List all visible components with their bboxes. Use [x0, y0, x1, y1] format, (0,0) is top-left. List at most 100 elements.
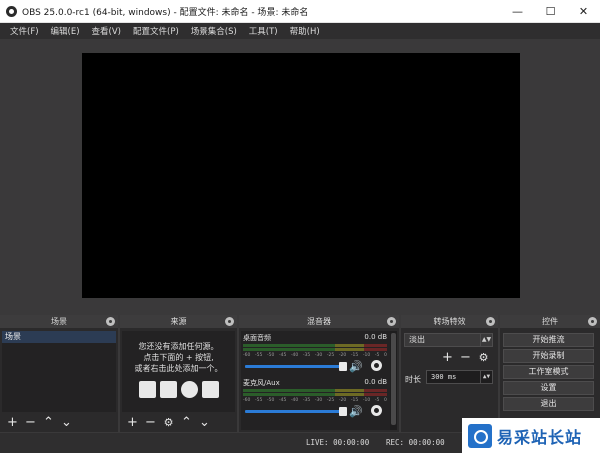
- speaker-icon[interactable]: 🔊: [349, 405, 363, 418]
- close-button[interactable]: ✕: [567, 0, 600, 23]
- track-settings-icon[interactable]: [371, 360, 382, 371]
- track-db: 0.0 dB: [364, 378, 387, 386]
- scale-tick: -55: [254, 353, 263, 358]
- duration-input[interactable]: 300 ms ▲▼: [426, 370, 493, 384]
- scale-tick: -60: [243, 353, 251, 358]
- scale-tick: -40: [290, 398, 299, 403]
- menu-profile[interactable]: 配置文件(P): [127, 25, 185, 37]
- volume-fader[interactable]: [245, 362, 347, 371]
- scenes-dock: 场景 场景 + − ⌃ ⌄: [0, 315, 118, 432]
- scale-tick: -25: [326, 398, 335, 403]
- menu-help[interactable]: 帮助(H): [284, 25, 326, 37]
- start-recording-button[interactable]: 开始录制: [503, 349, 594, 363]
- fader-handle[interactable]: [339, 362, 347, 371]
- add-source-button[interactable]: +: [126, 416, 139, 429]
- scenes-list[interactable]: 场景: [2, 331, 116, 412]
- scene-list-item[interactable]: 场景: [2, 331, 116, 343]
- move-source-up-button[interactable]: ⌃: [180, 416, 193, 429]
- sources-empty-line-2: 点击下面的 + 按钮,: [143, 353, 214, 362]
- scale-tick: -5: [374, 398, 380, 403]
- maximize-button[interactable]: ☐: [534, 0, 567, 23]
- scale-tick: -30: [314, 398, 323, 403]
- mixer-scrollbar[interactable]: [390, 331, 397, 430]
- menu-scene-collection[interactable]: 场景集合(S): [185, 25, 243, 37]
- scale-tick: -25: [326, 353, 335, 358]
- remove-scene-button[interactable]: −: [24, 416, 37, 429]
- track-settings-icon[interactable]: [371, 405, 382, 416]
- add-transition-button[interactable]: +: [441, 351, 454, 364]
- move-source-down-button[interactable]: ⌄: [198, 416, 211, 429]
- sources-dock-header: 来源: [120, 315, 237, 328]
- dock-float-icon[interactable]: [225, 317, 234, 326]
- display-capture-icon: [159, 381, 177, 398]
- menu-tools[interactable]: 工具(T): [243, 25, 284, 37]
- chevron-updown-icon[interactable]: ▲▼: [480, 334, 492, 346]
- speaker-icon[interactable]: 🔊: [349, 360, 363, 373]
- dock-float-icon[interactable]: [387, 317, 396, 326]
- exit-button[interactable]: 退出: [503, 397, 594, 411]
- dock-float-icon[interactable]: [486, 317, 495, 326]
- move-scene-up-button[interactable]: ⌃: [42, 416, 55, 429]
- transition-selected-value: 淡出: [409, 335, 425, 344]
- move-scene-down-button[interactable]: ⌄: [60, 416, 73, 429]
- sources-empty-line-1: 您还没有添加任何源。: [138, 342, 219, 351]
- remove-transition-button[interactable]: −: [459, 351, 472, 364]
- scale-tick: -15: [350, 353, 359, 358]
- minimize-button[interactable]: —: [501, 0, 534, 23]
- scale-tick: -30: [314, 353, 323, 358]
- transitions-dock-header: 转场特效: [401, 315, 498, 328]
- settings-button[interactable]: 设置: [503, 381, 594, 395]
- preview-area: [0, 39, 600, 311]
- scale-tick: -45: [278, 353, 287, 358]
- transition-properties-button[interactable]: ⚙: [477, 351, 490, 364]
- transitions-dock-title: 转场特效: [433, 317, 466, 326]
- start-streaming-button[interactable]: 开始推流: [503, 333, 594, 347]
- mixer-panel: 桌面音频 0.0 dB -60 -55 -50 -45 -40 -35 -30 …: [241, 331, 397, 430]
- scale-tick: -10: [362, 353, 371, 358]
- transitions-dock: 转场特效 淡出 ▲▼ + − ⚙ 时长 300 ms ▲▼: [401, 315, 498, 432]
- scale-tick: -20: [338, 353, 347, 358]
- transition-select[interactable]: 淡出 ▲▼: [404, 333, 493, 347]
- meter-scale: -60 -55 -50 -45 -40 -35 -30 -25 -20 -15 …: [243, 353, 387, 358]
- transition-toolbar: + − ⚙: [441, 351, 490, 364]
- live-status: LIVE: 00:00:00: [306, 438, 370, 447]
- remove-source-button[interactable]: −: [144, 416, 157, 429]
- spin-arrows-icon[interactable]: ▲▼: [480, 371, 492, 383]
- volume-meter: [243, 393, 387, 396]
- window-title: OBS 25.0.0-rc1 (64-bit, windows) - 配置文件:…: [22, 7, 309, 18]
- source-type-icons: [122, 381, 235, 398]
- sources-list[interactable]: 您还没有添加任何源。 点击下面的 + 按钮, 或者右击此处添加一个。: [122, 331, 235, 412]
- volume-meter: [243, 344, 387, 347]
- sources-dock-title: 来源: [170, 317, 187, 326]
- scale-tick: -10: [362, 398, 371, 403]
- track-name: 麦克风/Aux: [243, 379, 280, 387]
- obs-logo-icon: [6, 5, 17, 17]
- menu-file[interactable]: 文件(F): [4, 25, 45, 37]
- scenes-dock-header: 场景: [0, 315, 118, 328]
- studio-mode-button[interactable]: 工作室模式: [503, 365, 594, 379]
- mixer-track-desktop: 桌面音频 0.0 dB -60 -55 -50 -45 -40 -35 -30 …: [241, 333, 389, 378]
- source-properties-button[interactable]: ⚙: [162, 416, 175, 429]
- scenes-dock-title: 场景: [51, 317, 67, 326]
- mixer-dock-header: 混音器: [239, 315, 399, 328]
- site-logo-icon: [468, 423, 492, 448]
- program-preview[interactable]: [82, 53, 520, 298]
- title-bar: OBS 25.0.0-rc1 (64-bit, windows) - 配置文件:…: [0, 0, 600, 23]
- scale-tick: 0: [383, 353, 387, 358]
- duration-label: 时长: [405, 375, 421, 384]
- scrollbar-thumb[interactable]: [391, 333, 396, 425]
- scale-tick: -20: [338, 398, 347, 403]
- menu-edit[interactable]: 编辑(E): [45, 25, 86, 37]
- menu-view[interactable]: 查看(V): [86, 25, 127, 37]
- camera-source-icon: [201, 381, 219, 398]
- dock-float-icon[interactable]: [106, 317, 115, 326]
- menu-bar: 文件(F) 编辑(E) 查看(V) 配置文件(P) 场景集合(S) 工具(T) …: [0, 23, 600, 39]
- sources-empty-line-3: 或者右击此处添加一个。: [134, 364, 223, 373]
- dock-float-icon[interactable]: [588, 317, 597, 326]
- scale-tick: -5: [374, 353, 380, 358]
- volume-fader[interactable]: [245, 407, 347, 416]
- mixer-dock: 混音器 桌面音频 0.0 dB -60 -55 -50 -45 -40 -35 …: [239, 315, 399, 432]
- fader-handle[interactable]: [339, 407, 347, 416]
- mixer-track-mic: 麦克风/Aux 0.0 dB -60 -55 -50 -45 -40 -35 -…: [241, 378, 389, 423]
- add-scene-button[interactable]: +: [6, 416, 19, 429]
